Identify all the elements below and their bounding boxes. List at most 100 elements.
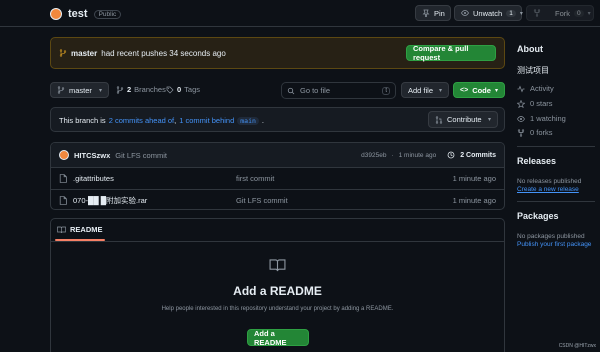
tags-link[interactable]: 0 Tags [166,85,200,94]
add-readme-button[interactable]: Add a README [247,329,309,347]
pin-button[interactable]: Pin [415,5,451,21]
releases-empty-text: No releases published [517,178,582,185]
repo-description: 测试项目 [517,66,549,75]
branch-selector[interactable]: master ▾ [50,82,109,98]
readme-header-divider [51,241,504,242]
commit-separator: · [391,151,394,159]
star-icon [517,99,525,108]
history-icon [447,151,455,159]
push-branch-name[interactable]: master [71,49,97,58]
sidebar-divider [517,201,595,202]
readme-tab[interactable]: README [57,225,103,234]
packages-heading[interactable]: Packages [517,211,559,221]
file-name[interactable]: 070-██ █附加实验.rar [73,195,236,206]
fork-count: 0 [574,9,584,17]
pin-label: Pin [434,8,445,18]
file-commit-message[interactable]: first commit [236,174,274,183]
branches-label: Branches [134,85,166,94]
commit-message[interactable]: Git LFS commit [115,151,167,160]
readme-empty-title: Add a README [233,284,322,298]
file-commit-time: 1 minute ago [452,174,496,183]
chevron-down-icon: ▾ [494,87,498,94]
unwatch-label: Unwatch [473,8,503,18]
contribute-label: Contribute [447,115,482,124]
file-icon [59,196,67,205]
chevron-down-icon: ▾ [487,117,491,123]
eye-icon [517,115,525,123]
commit-time: 1 minute ago [398,151,437,159]
latest-commit-bar: HITCSzwx Git LFS commit d3925eb · 1 minu… [51,143,504,167]
compare-pull-request-label: Compare & pull request [413,44,469,62]
author-avatar[interactable] [59,150,69,160]
chevron-down-icon: ▾ [438,87,442,94]
publish-package-link[interactable]: Publish your first package [517,241,591,248]
contribute-button[interactable]: Contribute ▾ [428,111,498,128]
target-branch-chip[interactable]: main [237,116,259,125]
tag-icon [166,86,174,94]
pin-icon [422,9,430,17]
branch-icon [116,85,124,94]
tags-count: 0 [177,85,182,94]
about-heading: About [517,44,543,54]
commits-ahead-link[interactable]: 2 commits ahead of [109,116,174,125]
fork-button[interactable]: Fork 0 ▾ [526,5,594,21]
go-to-file-input[interactable]: Go to file t [281,82,396,99]
git-pull-request-icon [435,115,443,124]
fork-icon [517,128,525,137]
file-name[interactable]: .gitattributes [73,174,236,183]
readme-empty-description: Help people interested in this repositor… [161,306,394,312]
readme-empty-state: Add a README Help people interested in t… [51,259,504,312]
owner-avatar[interactable] [50,8,62,20]
file-browser: HITCSzwx Git LFS commit d3925eb · 1 minu… [50,142,505,210]
watermark: CSDN @HITzwx [558,343,596,349]
compare-pull-request-button[interactable]: Compare & pull request [406,44,496,62]
file-icon [59,174,67,183]
visibility-badge: Public [93,9,122,19]
commit-author[interactable]: HITCSzwx [74,151,110,160]
header-divider [0,26,600,27]
file-row[interactable]: .gitattributes first commit 1 minute ago [51,167,504,189]
commits-count-link[interactable]: 2 Commits [460,152,496,159]
branch-icon [59,49,67,57]
readme-panel: README Add a README Help people interest… [50,218,505,352]
file-commit-time: 1 minute ago [452,196,496,205]
fork-icon [533,9,541,17]
eye-icon [461,9,469,17]
chevron-down-icon: ▾ [587,10,591,17]
add-file-button[interactable]: Add file ▾ [401,82,449,98]
branch-selector-label: master [69,85,92,95]
unwatch-count: 1 [506,9,516,17]
branches-link[interactable]: 2 Branches [116,85,166,94]
packages-empty-text: No packages published [517,233,585,240]
repo-header: test Public [50,6,122,22]
sidebar-forks-label: 0 forks [530,128,553,137]
sidebar-forks[interactable]: 0 forks [517,128,553,137]
releases-heading[interactable]: Releases [517,156,556,166]
repo-name[interactable]: test [68,8,88,20]
commits-behind-link[interactable]: 1 commit behind [179,116,234,125]
book-icon [57,226,66,234]
go-to-file-placeholder: Go to file [300,86,331,95]
shortcut-key: t [382,86,390,95]
file-commit-message[interactable]: Git LFS commit [236,196,288,205]
add-file-label: Add file [408,85,434,95]
sidebar-watching-label: 1 watching [530,114,566,123]
create-release-link[interactable]: Create a new release [517,186,579,193]
branch-status-box: This branch is 2 commits ahead of , 1 co… [50,107,505,132]
tags-label: Tags [184,85,201,94]
sidebar-stars[interactable]: 0 stars [517,99,553,108]
commit-hash[interactable]: d3925eb [361,152,386,159]
unwatch-button[interactable]: Unwatch 1 ▾ [454,5,523,21]
code-button[interactable]: <> Code ▾ [453,82,505,98]
file-row[interactable]: 070-██ █附加实验.rar Git LFS commit 1 minute… [51,189,504,209]
branch-status-prefix: This branch is [59,116,106,125]
branch-icon [57,86,65,94]
pulse-icon [517,85,525,93]
sidebar-activity[interactable]: Activity [517,84,554,93]
sidebar-watching[interactable]: 1 watching [517,114,566,123]
push-message: had recent pushes 34 seconds ago [101,48,226,58]
readme-tab-label: README [70,225,103,234]
chevron-down-icon: ▾ [519,10,523,17]
fork-label: Fork [555,8,570,18]
status-separator: , [174,116,177,125]
